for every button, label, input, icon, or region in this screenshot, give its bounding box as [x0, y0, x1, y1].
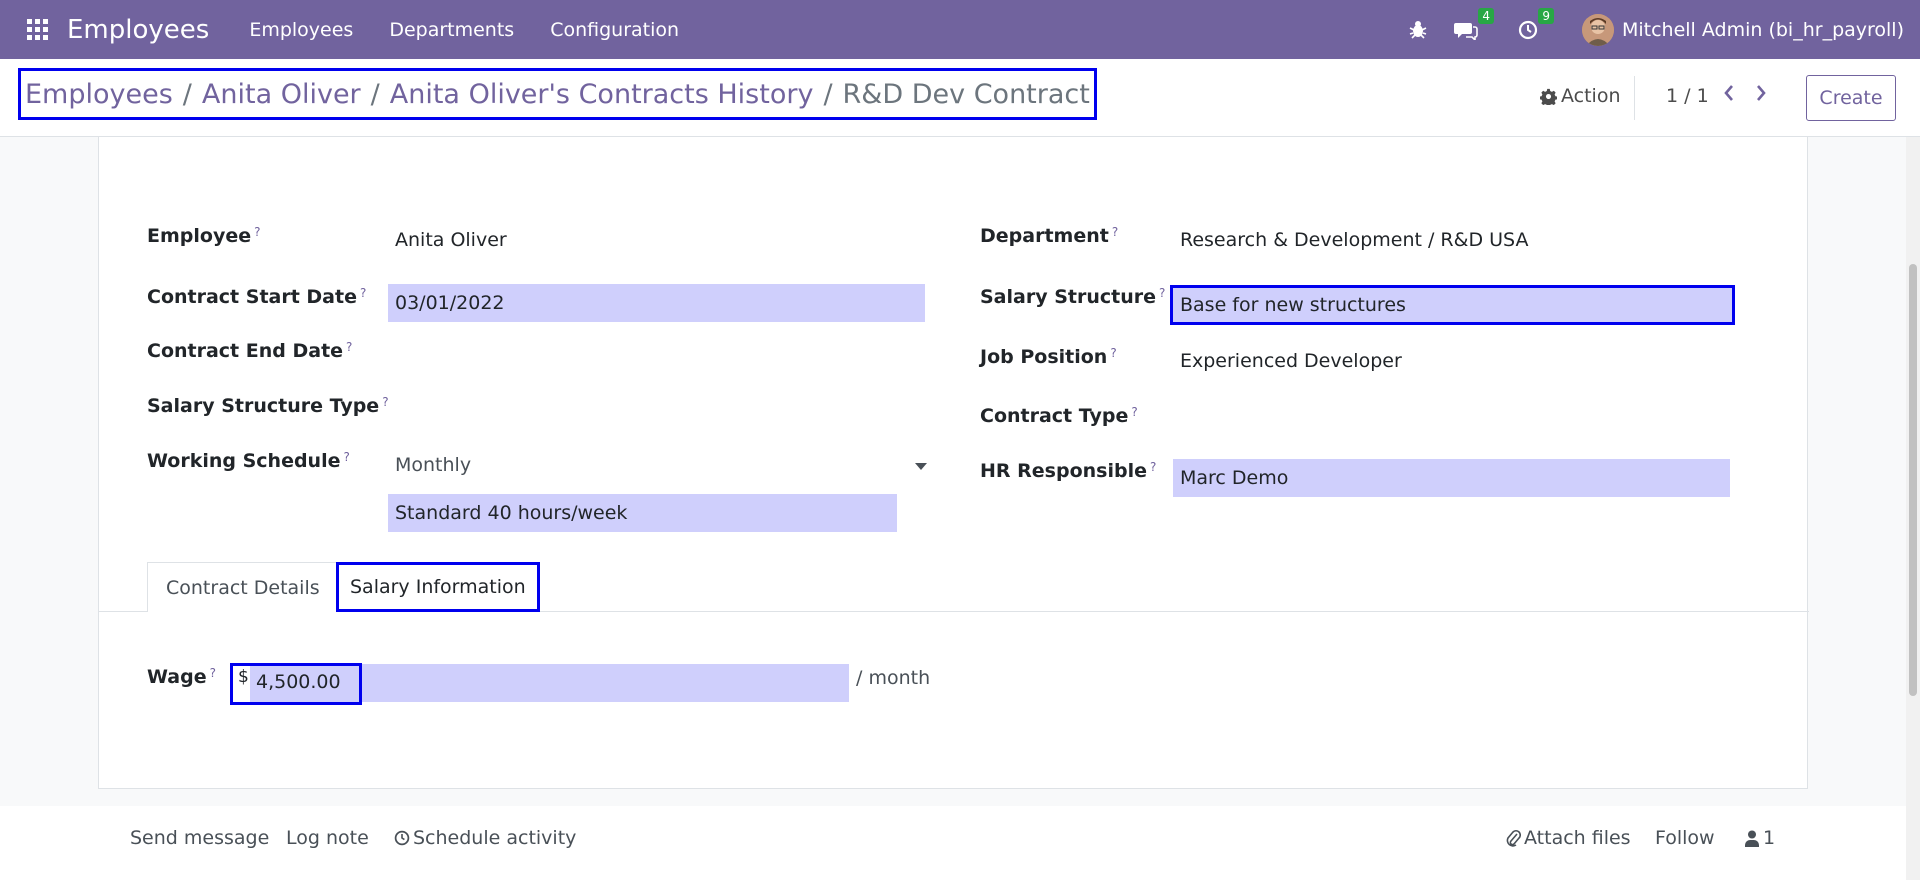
breadcrumb-employees[interactable]: Employees	[25, 79, 173, 110]
contract-start-date-label: Contract Start Date?	[147, 286, 367, 308]
currency-symbol: $	[238, 667, 249, 687]
working-schedule-field[interactable]: Standard 40 hours/week	[388, 494, 897, 532]
help-icon[interactable]: ?	[1150, 460, 1156, 474]
contract-type-label: Contract Type?	[980, 405, 1138, 427]
attach-files-label: Attach files	[1524, 827, 1631, 849]
messages-badge: 4	[1478, 7, 1494, 24]
scrollbar[interactable]	[1906, 137, 1920, 880]
salary-structure-type-label: Salary Structure Type?	[147, 395, 389, 417]
menu-departments[interactable]: Departments	[389, 19, 514, 41]
employee-label: Employee?	[147, 225, 261, 247]
schedule-activity-button[interactable]: Schedule activity	[394, 827, 576, 849]
help-icon[interactable]: ?	[382, 395, 388, 409]
breadcrumb-separator: /	[823, 78, 833, 110]
department-label: Department?	[980, 225, 1119, 247]
action-button[interactable]: Action	[1540, 85, 1621, 107]
contract-end-date-label: Contract End Date?	[147, 340, 353, 362]
help-icon[interactable]: ?	[1159, 286, 1165, 300]
form-scroll-area: Employee? Anita Oliver Contract Start Da…	[0, 137, 1920, 880]
help-icon[interactable]: ?	[343, 450, 349, 464]
create-button[interactable]: Create	[1806, 75, 1896, 121]
menu-employees[interactable]: Employees	[249, 19, 353, 41]
paperclip-icon	[1506, 829, 1521, 847]
breadcrumb-employee[interactable]: Anita Oliver	[202, 79, 361, 110]
help-icon[interactable]: ?	[210, 666, 216, 680]
hr-responsible-field[interactable]: Marc Demo	[1173, 459, 1730, 497]
employee-field[interactable]: Anita Oliver	[395, 229, 507, 251]
divider	[1634, 76, 1635, 120]
breadcrumb-separator: /	[182, 78, 192, 110]
help-icon[interactable]: ?	[254, 225, 260, 239]
user-menu[interactable]: Mitchell Admin (bi_hr_payroll)	[1622, 19, 1904, 41]
job-position-field[interactable]: Experienced Developer	[1180, 350, 1402, 372]
form-sheet: Employee? Anita Oliver Contract Start Da…	[98, 137, 1809, 789]
gear-icon	[1540, 88, 1557, 105]
activities-clock-icon[interactable]: 9	[1518, 7, 1554, 40]
help-icon[interactable]: ?	[1112, 225, 1118, 239]
hr-responsible-label: HR Responsible?	[980, 460, 1157, 482]
apps-menu-icon[interactable]	[25, 18, 49, 42]
job-position-label: Job Position?	[980, 346, 1117, 368]
contract-start-date-field[interactable]: 03/01/2022	[388, 284, 925, 322]
breadcrumb-contracts-history[interactable]: Anita Oliver's Contracts History	[390, 79, 814, 110]
department-field[interactable]: Research & Development / R&D USA	[1180, 229, 1528, 251]
followers-count: 1	[1763, 827, 1776, 849]
pager-value[interactable]: 1 / 1	[1666, 85, 1709, 107]
send-message-button[interactable]: Send message	[130, 827, 269, 849]
user-icon	[1745, 830, 1759, 847]
wage-label: Wage?	[147, 666, 216, 688]
user-avatar[interactable]	[1581, 13, 1614, 46]
app-name[interactable]: Employees	[67, 15, 209, 45]
clock-icon	[394, 830, 410, 846]
tab-contract-details[interactable]: Contract Details	[147, 562, 339, 612]
help-icon[interactable]: ?	[1110, 346, 1116, 360]
salary-structure-field[interactable]: Base for new structures	[1170, 285, 1735, 325]
menu-configuration[interactable]: Configuration	[550, 19, 679, 41]
action-label: Action	[1561, 85, 1621, 107]
chatter: Send message Log note Schedule activity …	[0, 806, 1920, 880]
schedule-activity-label: Schedule activity	[413, 827, 577, 849]
top-navbar: Employees Employees Departments Configur…	[0, 0, 1920, 59]
attach-files-button[interactable]: Attach files	[1505, 827, 1631, 849]
follow-button[interactable]: Follow	[1655, 827, 1715, 849]
wage-period: / month	[856, 667, 931, 689]
control-panel: Employees / Anita Oliver / Anita Oliver'…	[0, 59, 1920, 137]
wage-value[interactable]: 4,500.00	[256, 671, 341, 693]
chevron-right-icon[interactable]	[1754, 83, 1768, 107]
debug-icon[interactable]	[1408, 20, 1428, 40]
log-note-button[interactable]: Log note	[286, 827, 369, 849]
scrollbar-thumb[interactable]	[1909, 264, 1917, 696]
salary-structure-label: Salary Structure?	[980, 286, 1166, 308]
schedule-period-select[interactable]: Monthly	[395, 454, 471, 476]
followers-button[interactable]: 1	[1745, 827, 1775, 849]
help-icon[interactable]: ?	[360, 286, 366, 300]
breadcrumb: Employees / Anita Oliver / Anita Oliver'…	[18, 68, 1097, 120]
help-icon[interactable]: ?	[1131, 405, 1137, 419]
chevron-left-icon[interactable]	[1722, 83, 1736, 107]
chevron-down-icon[interactable]	[915, 463, 927, 470]
tab-salary-information[interactable]: Salary Information	[336, 562, 540, 612]
working-schedule-label: Working Schedule?	[147, 450, 350, 472]
activities-badge: 9	[1538, 7, 1554, 24]
breadcrumb-current: R&D Dev Contract	[842, 78, 1090, 110]
messages-icon[interactable]: 4	[1453, 7, 1494, 40]
help-icon[interactable]: ?	[346, 340, 352, 354]
breadcrumb-separator: /	[370, 78, 380, 110]
